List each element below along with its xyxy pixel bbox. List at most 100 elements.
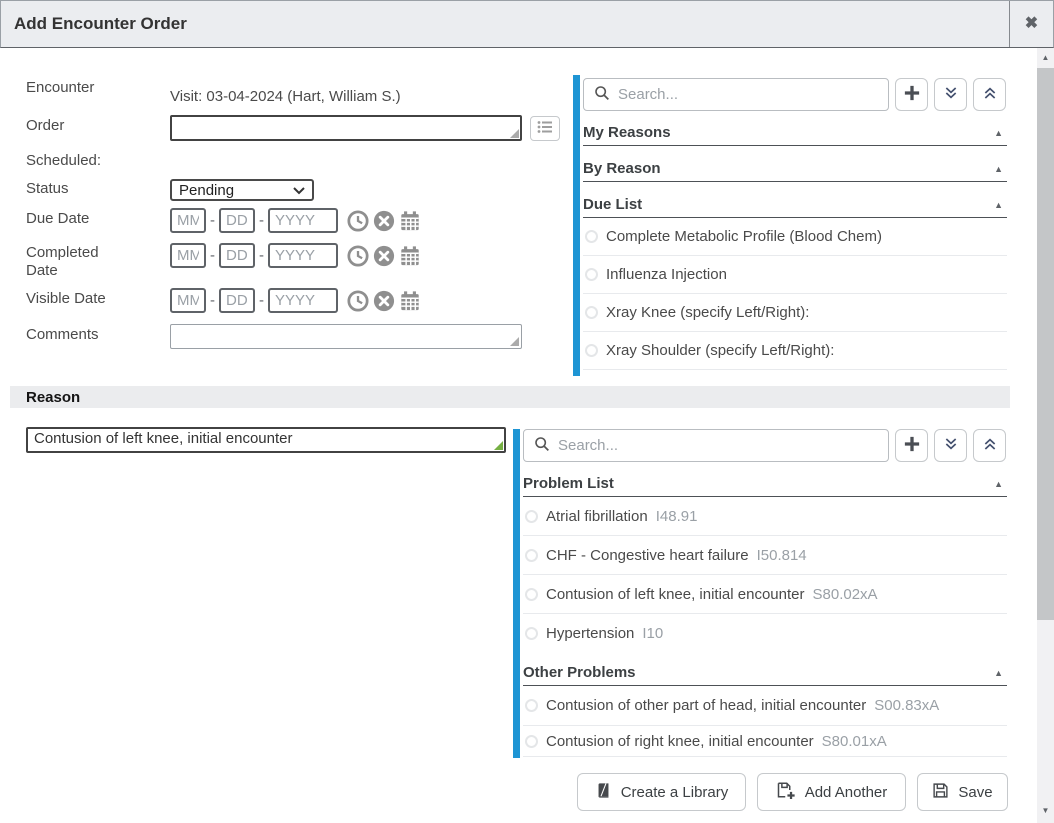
problem-code: I50.814 (757, 547, 807, 564)
radio-icon[interactable] (585, 306, 598, 319)
save-icon (932, 782, 949, 803)
radio-icon[interactable] (585, 344, 598, 357)
save-label: Save (958, 784, 992, 801)
order-lookup-button[interactable] (530, 116, 560, 141)
reasons-expand-all-button[interactable] (934, 78, 967, 111)
due-list-item[interactable]: Xray Knee (specify Left/Right): (583, 294, 1007, 332)
radio-icon[interactable] (585, 230, 598, 243)
problem-list-item[interactable]: CHF - Congestive heart failure I50.814 (523, 536, 1007, 575)
collapse-arrow-icon[interactable]: ▲ (994, 128, 1007, 138)
reasons-search-input[interactable] (618, 86, 878, 103)
collapse-arrow-icon[interactable]: ▲ (994, 200, 1007, 210)
comments-label: Comments (26, 326, 99, 344)
due-list-item-label: Influenza Injection (606, 266, 727, 283)
calendar-icon[interactable] (399, 210, 421, 232)
date-separator: - (210, 247, 215, 264)
scrollbar-thumb[interactable] (1037, 68, 1054, 620)
date-separator: - (259, 292, 264, 309)
problem-list-item[interactable]: Contusion of other part of head, initial… (523, 686, 1007, 726)
problem-code: S80.02xA (813, 586, 878, 603)
add-another-label: Add Another (805, 784, 888, 801)
problems-add-button[interactable] (895, 429, 928, 462)
order-label: Order (26, 117, 64, 135)
clock-icon[interactable] (347, 245, 369, 267)
due-list-item[interactable]: Influenza Injection (583, 256, 1007, 294)
problem-list-item[interactable]: Contusion of right knee, initial encount… (523, 726, 1007, 757)
due-list-item[interactable]: Complete Metabolic Profile (Blood Chem) (583, 218, 1007, 256)
section-header-my-reasons[interactable]: My Reasons ▲ (583, 120, 1007, 146)
calendar-icon[interactable] (399, 245, 421, 267)
radio-icon[interactable] (525, 735, 538, 748)
reason-input[interactable]: Contusion of left knee, initial encounte… (26, 427, 506, 453)
date-separator: - (259, 247, 264, 264)
problems-expand-all-button[interactable] (934, 429, 967, 462)
clear-date-icon[interactable] (373, 290, 395, 312)
section-header-due-list[interactable]: Due List ▲ (583, 192, 1007, 218)
radio-icon[interactable] (525, 510, 538, 523)
order-field-wrap (170, 115, 522, 141)
status-select[interactable]: Pending (170, 179, 314, 201)
section-header-other-problems[interactable]: Other Problems ▲ (523, 660, 1007, 686)
due-list-item-label: Complete Metabolic Profile (Blood Chem) (606, 228, 882, 245)
radio-icon[interactable] (585, 268, 598, 281)
problem-name: Hypertension (546, 625, 634, 642)
vertical-scrollbar[interactable]: ▲ ▼ (1037, 48, 1054, 823)
problem-list-item[interactable]: Atrial fibrillation I48.91 (523, 497, 1007, 536)
create-library-button[interactable]: Create a Library (577, 773, 746, 811)
clock-icon[interactable] (347, 290, 369, 312)
section-title: By Reason (583, 160, 661, 177)
reason-section-title: Reason (26, 389, 80, 406)
visible-date-row: - - (170, 288, 421, 313)
visible-date-month-input[interactable] (170, 288, 206, 313)
save-button[interactable]: Save (917, 773, 1008, 811)
due-date-month-input[interactable] (170, 208, 206, 233)
status-selected-value: Pending (179, 182, 293, 199)
visible-date-year-input[interactable] (268, 288, 338, 313)
close-icon: ✖ (1025, 15, 1038, 32)
clear-date-icon[interactable] (373, 210, 395, 232)
encounter-value: Visit: 03-04-2024 (Hart, William S.) (170, 88, 401, 105)
problems-search-input[interactable] (558, 437, 878, 454)
radio-icon[interactable] (525, 627, 538, 640)
reason-section-header: Reason (10, 386, 1010, 408)
reasons-collapse-all-button[interactable] (973, 78, 1006, 111)
due-list-item-label: Xray Shoulder (specify Left/Right): (606, 342, 834, 359)
order-input[interactable] (170, 115, 522, 141)
completed-date-day-input[interactable] (219, 243, 255, 268)
problems-collapse-all-button[interactable] (973, 429, 1006, 462)
completed-date-month-input[interactable] (170, 243, 206, 268)
dialog-title: Add Encounter Order (14, 1, 187, 47)
reason-field-wrap: Contusion of left knee, initial encounte… (26, 427, 506, 453)
problem-code: I10 (642, 625, 663, 642)
due-date-year-input[interactable] (268, 208, 338, 233)
scroll-up-icon[interactable]: ▲ (1037, 50, 1054, 66)
reasons-add-button[interactable] (895, 78, 928, 111)
completed-date-year-input[interactable] (268, 243, 338, 268)
section-header-by-reason[interactable]: By Reason ▲ (583, 156, 1007, 182)
collapse-arrow-icon[interactable]: ▲ (994, 668, 1007, 678)
due-list-item[interactable]: Xray Shoulder (specify Left/Right): (583, 332, 1007, 370)
radio-icon[interactable] (525, 588, 538, 601)
add-another-button[interactable]: Add Another (757, 773, 906, 811)
radio-icon[interactable] (525, 699, 538, 712)
collapse-arrow-icon[interactable]: ▲ (994, 479, 1007, 489)
clock-icon[interactable] (347, 210, 369, 232)
visible-date-day-input[interactable] (219, 288, 255, 313)
problems-panel-accent-bar (513, 429, 520, 758)
radio-icon[interactable] (525, 549, 538, 562)
comments-input[interactable] (170, 324, 522, 349)
close-button[interactable]: ✖ (1009, 1, 1053, 47)
clear-date-icon[interactable] (373, 245, 395, 267)
double-chevron-up-icon (982, 85, 998, 105)
section-header-problem-list[interactable]: Problem List ▲ (523, 471, 1007, 497)
problem-list-item[interactable]: Contusion of left knee, initial encounte… (523, 575, 1007, 614)
calendar-icon[interactable] (399, 290, 421, 312)
list-icon (537, 120, 553, 138)
section-title: My Reasons (583, 124, 671, 141)
problem-list-item[interactable]: Hypertension I10 (523, 614, 1007, 653)
completed-date-row: - - (170, 243, 421, 268)
date-separator: - (259, 212, 264, 229)
due-date-day-input[interactable] (219, 208, 255, 233)
collapse-arrow-icon[interactable]: ▲ (994, 164, 1007, 174)
scroll-down-icon[interactable]: ▼ (1037, 803, 1054, 819)
